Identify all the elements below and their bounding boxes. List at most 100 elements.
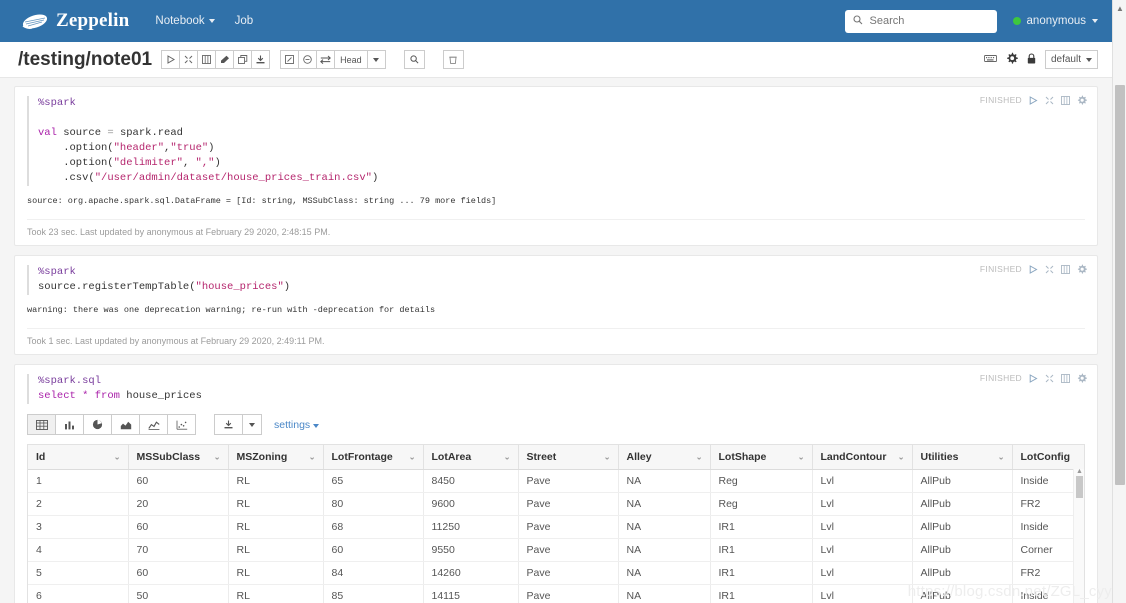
run-paragraph-icon[interactable]	[1029, 264, 1038, 274]
column-menu-caret-icon[interactable]: ⌄	[998, 453, 1005, 462]
toggle-shortcut-button[interactable]	[316, 50, 336, 69]
table-header-street[interactable]: Street ⌄	[518, 445, 619, 470]
clear-output-button[interactable]	[215, 50, 235, 69]
nav-item-notebook[interactable]: Notebook	[155, 15, 215, 27]
table-header-mszoning[interactable]: MSZoning ⌄	[228, 445, 324, 470]
paragraph-3[interactable]: FINISHED %spark.sql select * from house_…	[14, 364, 1098, 603]
scatter-chart-icon[interactable]	[167, 414, 196, 435]
table-vertical-scrollbar[interactable]: ▲ ▼	[1073, 468, 1084, 603]
search-input[interactable]	[867, 14, 989, 28]
delete-note-button[interactable]	[442, 50, 464, 69]
pie-chart-icon[interactable]	[83, 414, 112, 435]
nav-item-job[interactable]: Job	[235, 15, 254, 27]
show-hide-all-code-button[interactable]	[179, 50, 199, 69]
table-header-lotfrontage[interactable]: LotFrontage ⌄	[323, 445, 424, 470]
table-cell: 65	[323, 469, 424, 493]
hide-editor-icon[interactable]	[1045, 374, 1054, 383]
table-header-label: LotArea	[431, 451, 472, 463]
table-cell: Pave	[518, 515, 619, 539]
hide-editor-icon[interactable]	[1045, 96, 1054, 105]
user-menu[interactable]: anonymous	[1012, 15, 1098, 27]
column-menu-caret-icon[interactable]: ⌄	[504, 453, 511, 462]
run-paragraph-icon[interactable]	[1029, 95, 1038, 105]
paragraph-2-editor[interactable]: %spark source.registerTempTable("house_p…	[27, 265, 1085, 295]
table-header-alley[interactable]: Alley ⌄	[618, 445, 711, 470]
viz-settings-toggle[interactable]: settings	[274, 419, 320, 431]
note-title[interactable]: /testing/note01	[18, 49, 152, 71]
clone-note-button[interactable]	[233, 50, 253, 69]
column-menu-caret-icon[interactable]: ⌄	[898, 453, 905, 462]
column-menu-caret-icon[interactable]: ⌄	[309, 453, 316, 462]
vertical-scroll-thumb[interactable]	[1076, 476, 1083, 498]
table-header-utilities[interactable]: Utilities ⌄	[912, 445, 1013, 470]
table-cell: Pave	[518, 561, 619, 585]
hide-editor-icon[interactable]	[1045, 265, 1054, 274]
note-mode-select[interactable]: Head	[334, 50, 368, 69]
table-header-landcontour[interactable]: LandContour ⌄	[812, 445, 913, 470]
table-cell: 14260	[423, 561, 519, 585]
table-view-icon[interactable]	[27, 414, 56, 435]
page-scroll-up-icon[interactable]: ▲	[1116, 4, 1124, 13]
table-header-lotshape[interactable]: LotShape ⌄	[710, 445, 813, 470]
table-header-lotconfig[interactable]: LotConfig☰	[1012, 445, 1084, 470]
cron-scheduler-button[interactable]	[298, 50, 318, 69]
gear-icon[interactable]	[1006, 52, 1018, 67]
table-cell: AllPub	[912, 492, 1013, 516]
keyboard-icon[interactable]	[984, 54, 997, 66]
hide-output-icon[interactable]	[1061, 373, 1070, 383]
brand-logo-area[interactable]: Zeppelin	[22, 10, 129, 32]
table-row[interactable]: 5 60 RL 84 14260 Pave NA IR1 Lvl AllPub FR2	[28, 561, 1084, 585]
global-search-box[interactable]	[844, 9, 997, 33]
table-header-lotarea[interactable]: LotArea ⌄	[423, 445, 519, 470]
column-menu-caret-icon[interactable]: ⌄	[214, 453, 221, 462]
hide-output-icon[interactable]	[1061, 264, 1070, 274]
zeppelin-logo-icon	[22, 12, 48, 31]
table-cell: Lvl	[812, 561, 913, 585]
table-header-label: LandContour	[820, 451, 887, 463]
paragraph-gear-icon[interactable]	[1077, 264, 1087, 274]
paragraph-1[interactable]: FINISHED %spark val source = spark.read …	[14, 86, 1098, 246]
page-scroll-thumb[interactable]	[1115, 85, 1125, 485]
table-row[interactable]: 1 60 RL 65 8450 Pave NA Reg Lvl AllPub Inside	[28, 469, 1084, 493]
caret-down-icon[interactable]	[242, 414, 262, 435]
table-row[interactable]: 6 50 RL 85 14115 Pave NA IR1 Lvl AllPub Inside	[28, 584, 1084, 603]
column-menu-caret-icon[interactable]: ⌄	[114, 453, 121, 462]
paragraph-3-editor[interactable]: %spark.sql select * from house_prices	[27, 374, 1085, 404]
table-cell: 8450	[423, 469, 519, 493]
lock-icon[interactable]	[1027, 52, 1036, 67]
column-menu-caret-icon[interactable]: ⌄	[798, 453, 805, 462]
paragraph-1-editor[interactable]: %spark val source = spark.read .option("…	[27, 96, 1085, 186]
table-header-id[interactable]: Id ⌄	[28, 445, 129, 470]
paragraph-gear-icon[interactable]	[1077, 373, 1087, 383]
page-scrollbar[interactable]: ▲	[1112, 0, 1126, 603]
area-chart-icon[interactable]	[111, 414, 140, 435]
table-cell: 84	[323, 561, 424, 585]
result-table: Id ⌄ MSSubClass ⌄ MSZoning ⌄ LotFrontage ⌄ LotAr…	[28, 445, 1084, 603]
paragraph-1-footer: Took 23 sec. Last updated by anonymous a…	[27, 219, 1085, 237]
scroll-up-icon[interactable]: ▲	[1076, 468, 1083, 475]
note-mode-caret[interactable]	[366, 50, 386, 69]
export-note-button[interactable]	[251, 50, 271, 69]
note-search-button[interactable]	[403, 50, 425, 69]
column-menu-caret-icon[interactable]: ⌄	[696, 453, 703, 462]
paragraph-gear-icon[interactable]	[1077, 95, 1087, 105]
note-form-toggle-button[interactable]	[280, 50, 300, 69]
interpreter-binding-select[interactable]: default	[1044, 50, 1098, 69]
run-paragraph-icon[interactable]	[1029, 373, 1038, 383]
bar-chart-icon[interactable]	[55, 414, 84, 435]
line-chart-icon[interactable]	[139, 414, 168, 435]
result-table-scroll[interactable]: Id ⌄ MSSubClass ⌄ MSZoning ⌄ LotFrontage ⌄ LotAr…	[28, 445, 1084, 603]
show-hide-all-output-button[interactable]	[197, 50, 217, 69]
table-row[interactable]: 2 20 RL 80 9600 Pave NA Reg Lvl AllPub FR2	[28, 492, 1084, 516]
hide-output-icon[interactable]	[1061, 95, 1070, 105]
table-row[interactable]: 3 60 RL 68 11250 Pave NA IR1 Lvl AllPub Inside	[28, 515, 1084, 539]
column-menu-caret-icon[interactable]: ⌄	[409, 453, 416, 462]
table-cell: Pave	[518, 538, 619, 562]
download-icon[interactable]	[214, 414, 243, 435]
table-row[interactable]: 4 70 RL 60 9550 Pave NA IR1 Lvl AllPub Corner	[28, 538, 1084, 562]
column-menu-caret-icon[interactable]: ⌄	[604, 453, 611, 462]
paragraph-2[interactable]: FINISHED %spark source.registerTempTable…	[14, 255, 1098, 355]
table-cell: Pave	[518, 492, 619, 516]
table-header-mssubclass[interactable]: MSSubClass ⌄	[128, 445, 229, 470]
run-all-button[interactable]	[161, 50, 181, 69]
